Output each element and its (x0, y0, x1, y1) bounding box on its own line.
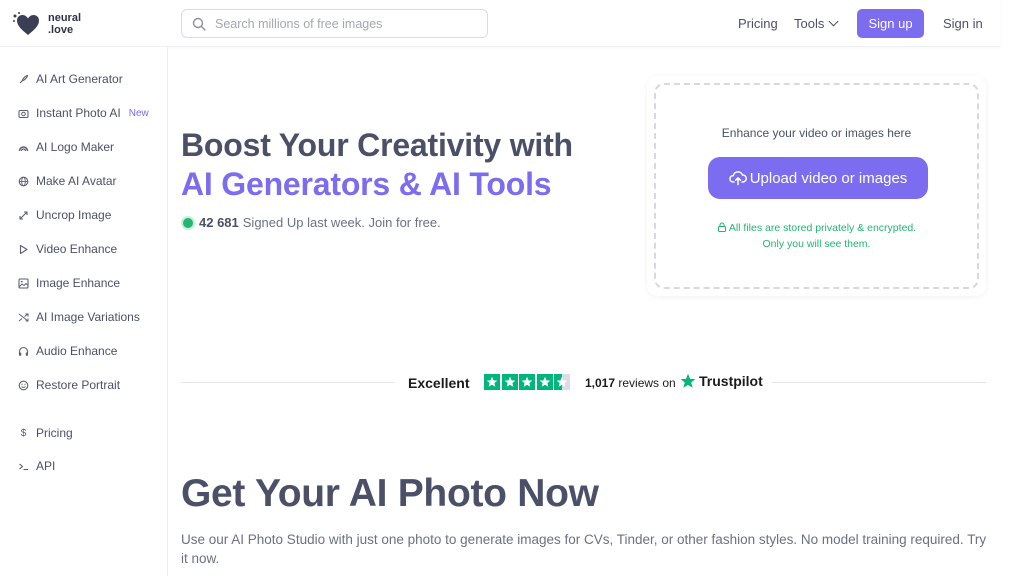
nav-tools-label: Tools (794, 16, 825, 31)
section-description: Use our AI Photo Studio with just one ph… (181, 532, 987, 566)
sidebar-item-instant-photo-ai[interactable]: Instant Photo AI New (18, 106, 149, 120)
sidebar-item-api[interactable]: API (18, 459, 55, 473)
sidebar-item-label: Make AI Avatar (36, 174, 117, 188)
upload-heading: Enhance your video or images here (721, 126, 912, 140)
top-header: neural .love Pricing Tools Sign up Sign … (0, 0, 1000, 47)
star-icon (519, 374, 535, 390)
divider-right (772, 382, 986, 383)
privacy-text-1: All files are stored privately & encrypt… (728, 222, 917, 234)
sidebar-item-label: Instant Photo AI (36, 106, 121, 120)
sidebar-item-ai-image-variations[interactable]: AI Image Variations (18, 310, 140, 324)
search-input[interactable] (215, 16, 475, 31)
signup-text: Signed Up last week. Join for free. (242, 215, 441, 230)
privacy-line-1: All files are stored privately & encrypt… (656, 220, 977, 236)
smile-icon (18, 380, 29, 391)
upload-button-label: Upload video or images (749, 169, 908, 187)
logo-wordmark: neural .love (48, 12, 81, 36)
privacy-note: All files are stored privately & encrypt… (656, 220, 977, 252)
section-title: Get Your AI Photo Now (181, 472, 599, 515)
star-icon (484, 374, 500, 390)
signin-link[interactable]: Sign in (943, 16, 983, 31)
shuffle-icon (18, 312, 29, 323)
sidebar-item-image-enhance[interactable]: Image Enhance (18, 276, 120, 290)
upload-card: Enhance your video or images here Upload… (647, 76, 986, 296)
search-box[interactable] (181, 9, 488, 38)
sidebar-item-label: Restore Portrait (36, 378, 121, 392)
upload-dropzone[interactable]: Enhance your video or images here Upload… (654, 83, 979, 289)
hero-title-line-2: AI Generators & AI Tools (181, 166, 552, 202)
chevron-down-icon (828, 16, 839, 27)
sidebar: AI Art Generator Instant Photo AI New AI… (0, 47, 168, 576)
trustpilot-brand[interactable]: Trustpilot (680, 373, 763, 389)
sidebar-item-label: AI Image Variations (36, 310, 140, 324)
sidebar-item-video-enhance[interactable]: Video Enhance (18, 242, 117, 256)
signup-button[interactable]: Sign up (857, 9, 924, 38)
globe-icon (18, 176, 29, 187)
trustpilot-stars[interactable] (484, 374, 572, 390)
reviews-on-text: reviews on (618, 376, 676, 390)
trustpilot-brand-label: Trustpilot (699, 373, 763, 389)
upload-button[interactable]: Upload video or images (708, 157, 928, 199)
play-icon (18, 244, 29, 255)
sidebar-item-restore-portrait[interactable]: Restore Portrait (18, 378, 120, 392)
sidebar-item-label: Video Enhance (36, 242, 118, 256)
sidebar-item-label: Pricing (36, 426, 73, 440)
trustpilot-star-icon (680, 373, 696, 388)
star-icon (536, 374, 553, 390)
expand-icon (18, 210, 29, 221)
nav-tools-dropdown[interactable]: Tools (794, 16, 839, 31)
headphones-icon (18, 346, 29, 357)
sidebar-item-label: AI Logo Maker (36, 140, 115, 154)
sidebar-item-ai-logo-maker[interactable]: AI Logo Maker (18, 140, 114, 154)
signup-stat: 42 681 Signed Up last week. Join for fre… (183, 215, 441, 230)
neural-love-logo[interactable]: neural .love (12, 10, 81, 38)
online-dot-icon (183, 217, 193, 228)
trustpilot-rating-word: Excellent (408, 375, 470, 391)
dollar-icon: $ (20, 427, 27, 439)
sidebar-item-uncrop-image[interactable]: Uncrop Image (18, 208, 111, 222)
star-icon (501, 374, 518, 390)
sidebar-item-ai-art-generator[interactable]: AI Art Generator (18, 72, 123, 86)
camera-icon (18, 108, 29, 119)
sidebar-item-label: Image Enhance (36, 276, 121, 290)
logo-line-1: neural (48, 12, 82, 24)
trustpilot-reviews[interactable]: 1,017 reviews on (585, 376, 676, 390)
sidebar-item-label: AI Art Generator (36, 72, 123, 86)
logo-icon (18, 142, 29, 153)
terminal-icon (18, 461, 29, 472)
hero-title: Boost Your Creativity with AI Generators… (181, 126, 573, 204)
hero-title-line-1: Boost Your Creativity with (181, 127, 573, 163)
review-count: 1,017 (585, 376, 616, 390)
sidebar-item-label: Uncrop Image (36, 208, 112, 222)
logo-line-2: .love (48, 24, 74, 36)
privacy-line-2: Only you will see them. (762, 238, 871, 250)
sidebar-item-audio-enhance[interactable]: Audio Enhance (18, 344, 117, 358)
search-icon (192, 17, 206, 31)
sidebar-item-make-ai-avatar[interactable]: Make AI Avatar (18, 174, 117, 188)
heart-logo-icon (12, 10, 44, 38)
sidebar-item-label: API (36, 459, 56, 473)
new-badge: New (128, 107, 149, 119)
nav-pricing-link[interactable]: Pricing (738, 16, 778, 31)
half-star-icon (554, 374, 570, 390)
signup-count: 42 681 (199, 215, 239, 230)
brush-icon (18, 74, 29, 85)
cloud-upload-icon (728, 170, 747, 186)
sidebar-item-pricing[interactable]: $ Pricing (18, 426, 73, 440)
divider-left (181, 382, 395, 383)
sidebar-item-label: Audio Enhance (36, 344, 118, 358)
image-icon (18, 277, 29, 289)
lock-icon (717, 221, 727, 232)
